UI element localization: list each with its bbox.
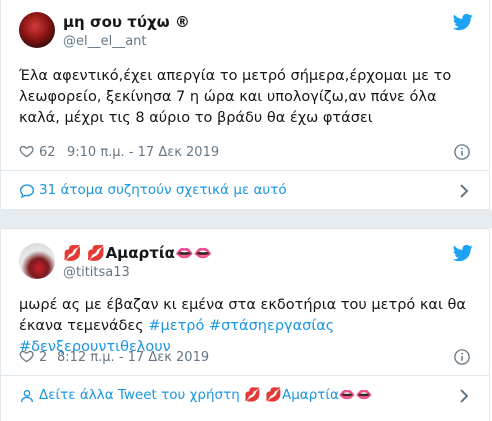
- tweet-meta: 2 8:12 π.μ. - 17 Δεκ 2019: [19, 348, 475, 368]
- like-count: 2: [39, 350, 48, 365]
- heart-icon[interactable]: [19, 349, 35, 365]
- tweet-meta: 62 9:10 π.μ. - 17 Δεκ 2019: [19, 143, 475, 163]
- tweet-text: Έλα αφεντικό,έχει απεργία το μετρό σήμερ…: [19, 68, 452, 126]
- user-handle[interactable]: @el__el__ant: [63, 34, 147, 49]
- tweet-separator: [0, 210, 492, 228]
- twitter-bird-icon[interactable]: [453, 12, 473, 32]
- more-tweets-link[interactable]: Δείτε άλλα Tweet του χρήστη 💋 💋Αμαρτία👄👄: [1, 375, 489, 417]
- like-count: 62: [39, 145, 56, 160]
- chevron-right-icon[interactable]: [459, 184, 469, 198]
- chevron-right-icon[interactable]: [459, 389, 469, 403]
- display-name[interactable]: μη σου τύχω ®: [63, 13, 190, 31]
- timestamp[interactable]: 8:12 π.μ. - 17 Δεκ 2019: [57, 350, 209, 365]
- profile-icon: [21, 390, 33, 403]
- display-name[interactable]: 💋 💋Αμαρτία👄👄: [63, 244, 212, 262]
- tweet-header: 💋 💋Αμαρτία👄👄 @tititsa13: [19, 243, 475, 287]
- hashtag-link[interactable]: #μετρό: [148, 318, 204, 334]
- comment-icon: [19, 184, 35, 199]
- info-icon[interactable]: [453, 348, 471, 366]
- hashtag-link[interactable]: #στάσηεργασίας: [209, 318, 334, 334]
- twitter-bird-icon[interactable]: [453, 243, 473, 263]
- conversation-label[interactable]: 31 άτομα συζητούν σχετικά με αυτό: [39, 182, 287, 198]
- tweet-card: 💋 💋Αμαρτία👄👄 @tititsa13 μωρέ ας με έβαζα…: [0, 228, 490, 421]
- more-tweets-label[interactable]: Δείτε άλλα Tweet του χρήστη 💋 💋Αμαρτία👄👄: [39, 387, 373, 403]
- avatar[interactable]: [19, 243, 55, 279]
- user-handle[interactable]: @tititsa13: [63, 265, 130, 280]
- timestamp[interactable]: 9:10 π.μ. - 17 Δεκ 2019: [67, 145, 219, 160]
- info-icon[interactable]: [453, 143, 471, 161]
- tweet-header: μη σου τύχω ® @el__el__ant: [19, 12, 475, 56]
- tweet-card: μη σου τύχω ® @el__el__ant Έλα αφεντικό,…: [0, 0, 490, 210]
- heart-icon[interactable]: [19, 144, 35, 160]
- conversation-link[interactable]: 31 άτομα συζητούν σχετικά με αυτό: [1, 170, 489, 212]
- avatar[interactable]: [19, 12, 55, 48]
